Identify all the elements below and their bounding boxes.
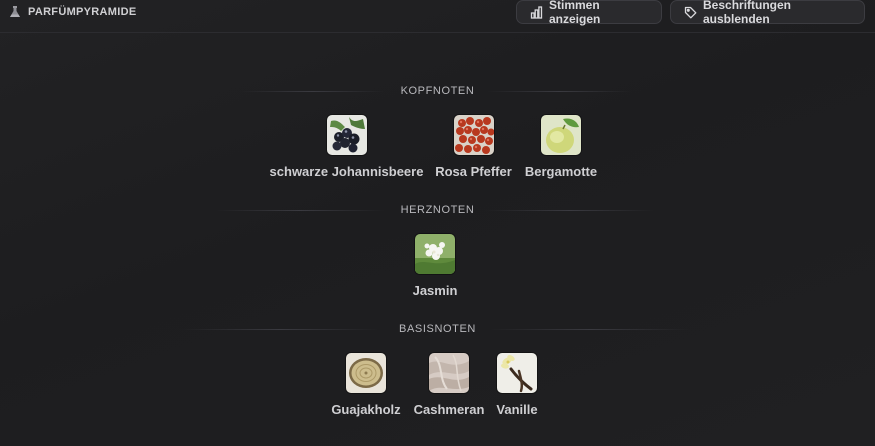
note-pink-pepper[interactable]: Rosa Pfeffer	[435, 115, 512, 179]
hide-labels-button[interactable]: Beschriftungen ausblenden	[670, 0, 865, 26]
flask-icon	[8, 5, 22, 19]
top-notes-title: KOPFNOTEN	[400, 85, 475, 97]
note-vanilla[interactable]: Vanille	[495, 353, 539, 417]
note-label: Jasmin	[412, 283, 458, 298]
hide-labels-label: Beschriftungen ausblenden	[703, 0, 792, 26]
guaiac-wood-image	[346, 353, 386, 393]
note-label: Bergamotte	[524, 164, 598, 179]
note-label: schwarze Johannisbeere	[269, 164, 424, 179]
note-guaiac-wood[interactable]: Guajakholz	[331, 353, 401, 417]
note-label: Rosa Pfeffer	[435, 164, 512, 179]
blackcurrant-image	[326, 115, 367, 155]
heart-notes-title: HERZNOTEN	[400, 204, 475, 216]
bergamot-image	[541, 115, 581, 155]
bar-chart-icon	[530, 5, 543, 19]
page-title: PARFÜMPYRAMIDE	[28, 6, 137, 18]
pink-pepper-image	[453, 115, 494, 155]
note-bergamot[interactable]: Bergamotte	[523, 115, 599, 179]
tag-icon	[684, 6, 697, 19]
note-label: Guajakholz	[331, 402, 401, 417]
note-label: Cashmeran	[413, 402, 485, 417]
jasmine-image	[415, 234, 455, 274]
note-cashmeran[interactable]: Cashmeran	[413, 353, 485, 417]
section-heading: PARFÜMPYRAMIDE	[8, 4, 137, 20]
show-votes-button[interactable]: Stimmen anzeigen	[516, 0, 662, 26]
show-votes-label: Stimmen anzeigen	[549, 0, 601, 26]
vanilla-image	[497, 353, 537, 393]
note-jasmine[interactable]: Jasmin	[405, 234, 465, 298]
note-blackcurrant[interactable]: schwarze Johannisbeere	[270, 115, 423, 179]
pyramid-header: PARFÜMPYRAMIDE Stimmen anzeigen Beschrif…	[0, 0, 875, 33]
note-label: Vanille	[496, 402, 538, 417]
base-notes-title: BASISNOTEN	[399, 323, 476, 335]
cashmeran-image	[429, 353, 469, 393]
